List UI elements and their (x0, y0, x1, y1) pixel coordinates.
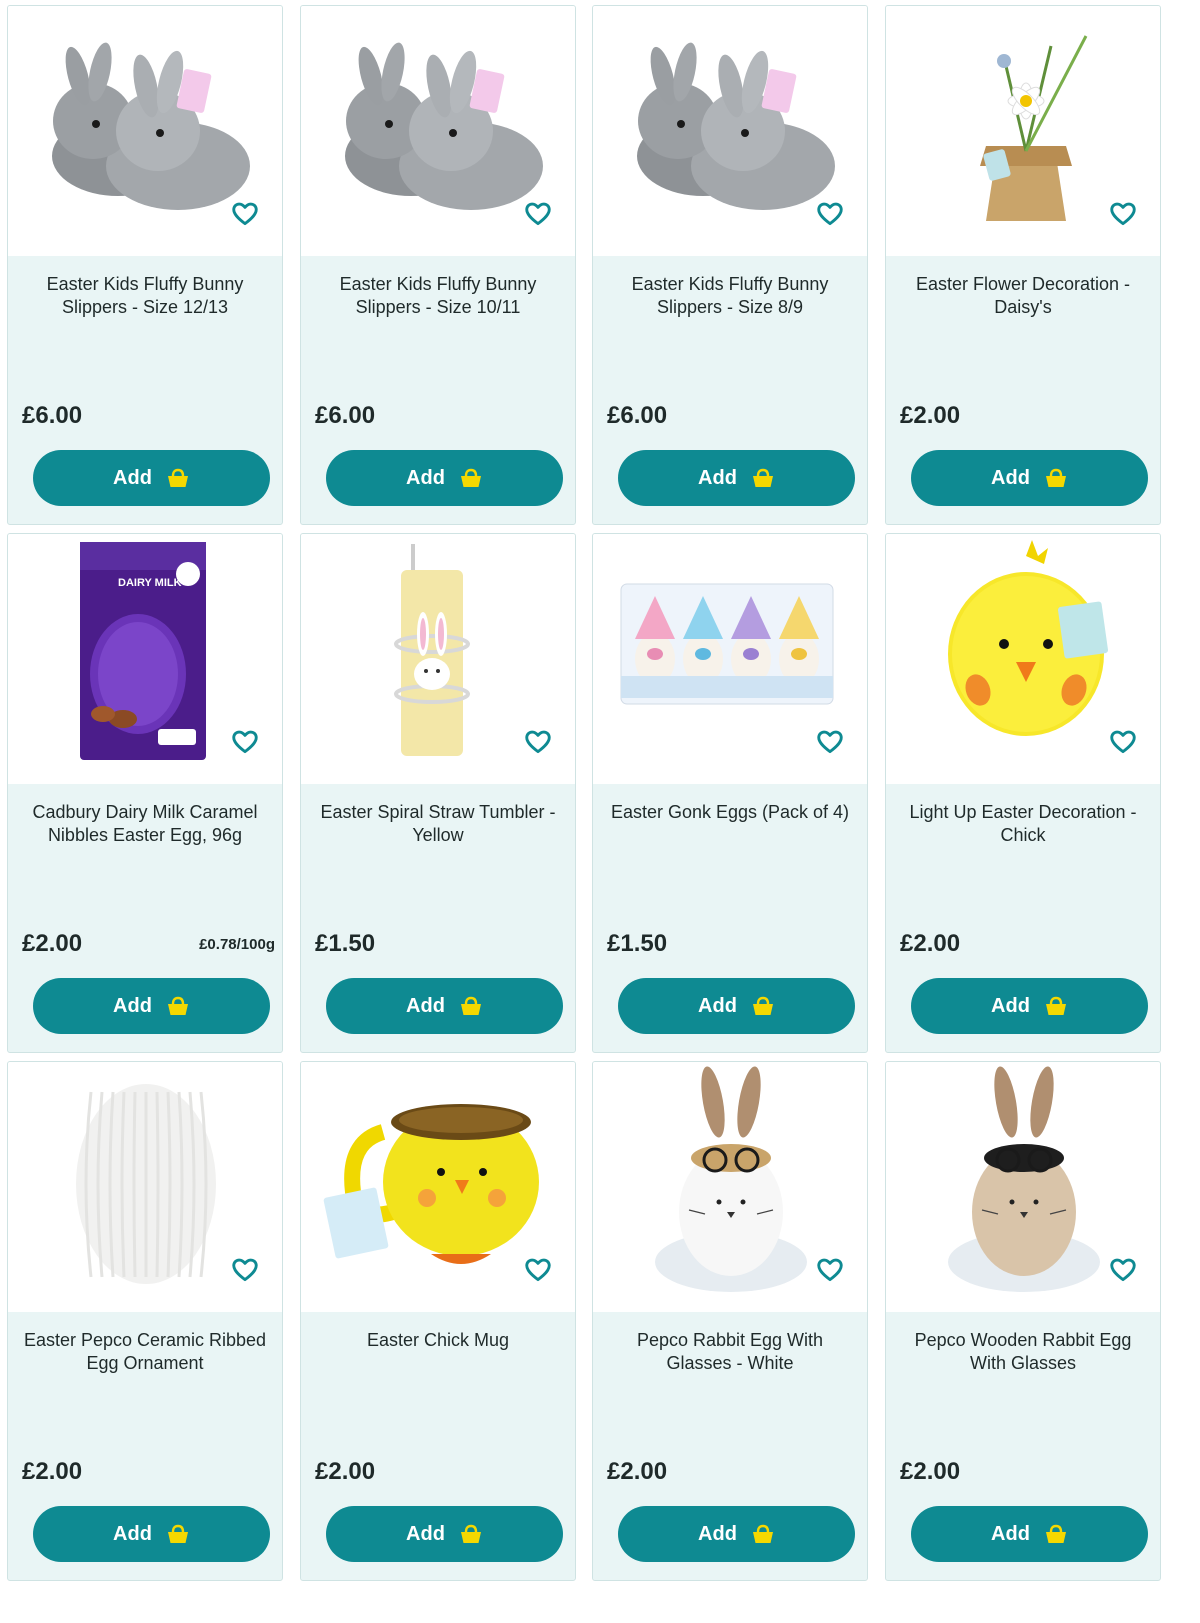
basket-icon (460, 996, 481, 1015)
product-title[interactable]: Easter Kids Fluffy Bunny Slippers - Size… (22, 273, 268, 319)
basket-icon (460, 1524, 481, 1543)
heart-icon[interactable] (815, 198, 845, 228)
product-card[interactable]: Easter Flower Decoration - Daisy's £2.00… (885, 5, 1161, 525)
product-image[interactable] (301, 6, 575, 256)
product-title[interactable]: Pepco Rabbit Egg With Glasses - White (607, 1329, 853, 1375)
product-price: £2.00 (22, 930, 83, 957)
add-to-basket-button[interactable]: Add (326, 978, 563, 1034)
basket-icon (460, 468, 481, 487)
product-card[interactable]: Easter Kids Fluffy Bunny Slippers - Size… (592, 5, 868, 525)
product-title[interactable]: Pepco Wooden Rabbit Egg With Glasses (900, 1329, 1146, 1375)
add-button-label: Add (991, 466, 1030, 489)
product-image[interactable] (886, 6, 1160, 256)
add-button-label: Add (406, 994, 445, 1017)
heart-icon[interactable] (523, 726, 553, 756)
product-image[interactable] (8, 6, 282, 256)
product-card[interactable]: Light Up Easter Decoration - Chick £2.00… (885, 533, 1161, 1053)
product-image[interactable] (8, 1062, 282, 1312)
heart-icon[interactable] (230, 726, 260, 756)
heart-icon[interactable] (230, 1254, 260, 1284)
add-to-basket-button[interactable]: Add (911, 450, 1148, 506)
product-title[interactable]: Easter Chick Mug (315, 1329, 561, 1352)
product-price: £2.00 (22, 1458, 83, 1485)
basket-icon (1045, 1524, 1066, 1543)
basket-icon (752, 468, 773, 487)
add-to-basket-button[interactable]: Add (33, 978, 270, 1034)
product-image[interactable] (301, 534, 575, 784)
product-card[interactable]: Easter Chick Mug £2.00 Add (300, 1061, 576, 1581)
heart-icon[interactable] (815, 726, 845, 756)
product-image[interactable] (593, 6, 867, 256)
product-price: £2.00 (900, 930, 961, 957)
product-card[interactable]: DAIRY MILK Cadbury Dairy Milk Caramel Ni… (7, 533, 283, 1053)
add-to-basket-button[interactable]: Add (618, 978, 855, 1034)
add-button-label: Add (698, 466, 737, 489)
product-price: £2.00 (315, 1458, 376, 1485)
basket-icon (167, 996, 188, 1015)
add-to-basket-button[interactable]: Add (326, 450, 563, 506)
add-button-label: Add (406, 466, 445, 489)
product-title[interactable]: Light Up Easter Decoration - Chick (900, 801, 1146, 847)
add-to-basket-button[interactable]: Add (33, 450, 270, 506)
unit-price: £0.78/100g (199, 936, 275, 953)
add-to-basket-button[interactable]: Add (911, 1506, 1148, 1562)
add-button-label: Add (991, 994, 1030, 1017)
product-price: £2.00 (900, 402, 961, 429)
product-price: £1.50 (607, 930, 668, 957)
product-price: £2.00 (900, 1458, 961, 1485)
product-card[interactable]: Easter Kids Fluffy Bunny Slippers - Size… (300, 5, 576, 525)
add-button-label: Add (698, 1522, 737, 1545)
product-image[interactable] (301, 1062, 575, 1312)
basket-icon (1045, 996, 1066, 1015)
heart-icon[interactable] (815, 1254, 845, 1284)
product-card[interactable]: Easter Pepco Ceramic Ribbed Egg Ornament… (7, 1061, 283, 1581)
add-to-basket-button[interactable]: Add (911, 978, 1148, 1034)
add-button-label: Add (991, 1522, 1030, 1545)
svg-text:DAIRY MILK: DAIRY MILK (118, 577, 182, 589)
add-button-label: Add (698, 994, 737, 1017)
heart-icon[interactable] (1108, 1254, 1138, 1284)
add-to-basket-button[interactable]: Add (618, 1506, 855, 1562)
product-image[interactable] (593, 534, 867, 784)
product-price: £1.50 (315, 930, 376, 957)
product-card[interactable]: Easter Kids Fluffy Bunny Slippers - Size… (7, 5, 283, 525)
heart-icon[interactable] (1108, 198, 1138, 228)
product-title[interactable]: Easter Kids Fluffy Bunny Slippers - Size… (315, 273, 561, 319)
product-price: £6.00 (607, 402, 668, 429)
add-to-basket-button[interactable]: Add (618, 450, 855, 506)
add-button-label: Add (113, 994, 152, 1017)
product-price: £6.00 (22, 402, 83, 429)
product-card[interactable]: Pepco Wooden Rabbit Egg With Glasses £2.… (885, 1061, 1161, 1581)
product-image[interactable] (593, 1062, 867, 1312)
product-title[interactable]: Easter Flower Decoration - Daisy's (900, 273, 1146, 319)
basket-icon (167, 1524, 188, 1543)
add-button-label: Add (113, 466, 152, 489)
add-to-basket-button[interactable]: Add (33, 1506, 270, 1562)
product-image[interactable]: DAIRY MILK (8, 534, 282, 784)
basket-icon (167, 468, 188, 487)
product-card[interactable]: Easter Spiral Straw Tumbler - Yellow £1.… (300, 533, 576, 1053)
product-card[interactable]: Pepco Rabbit Egg With Glasses - White £2… (592, 1061, 868, 1581)
product-price: £6.00 (315, 402, 376, 429)
basket-icon (752, 1524, 773, 1543)
add-button-label: Add (113, 1522, 152, 1545)
product-title[interactable]: Easter Pepco Ceramic Ribbed Egg Ornament (22, 1329, 268, 1375)
product-title[interactable]: Easter Spiral Straw Tumbler - Yellow (315, 801, 561, 847)
heart-icon[interactable] (1108, 726, 1138, 756)
heart-icon[interactable] (523, 1254, 553, 1284)
product-title[interactable]: Easter Gonk Eggs (Pack of 4) (607, 801, 853, 824)
product-card[interactable]: Easter Gonk Eggs (Pack of 4) £1.50 Add (592, 533, 868, 1053)
heart-icon[interactable] (230, 198, 260, 228)
basket-icon (1045, 468, 1066, 487)
product-title[interactable]: Cadbury Dairy Milk Caramel Nibbles Easte… (22, 801, 268, 847)
product-image[interactable] (886, 534, 1160, 784)
product-price: £2.00 (607, 1458, 668, 1485)
heart-icon[interactable] (523, 198, 553, 228)
basket-icon (752, 996, 773, 1015)
product-title[interactable]: Easter Kids Fluffy Bunny Slippers - Size… (607, 273, 853, 319)
product-image[interactable] (886, 1062, 1160, 1312)
add-button-label: Add (406, 1522, 445, 1545)
add-to-basket-button[interactable]: Add (326, 1506, 563, 1562)
